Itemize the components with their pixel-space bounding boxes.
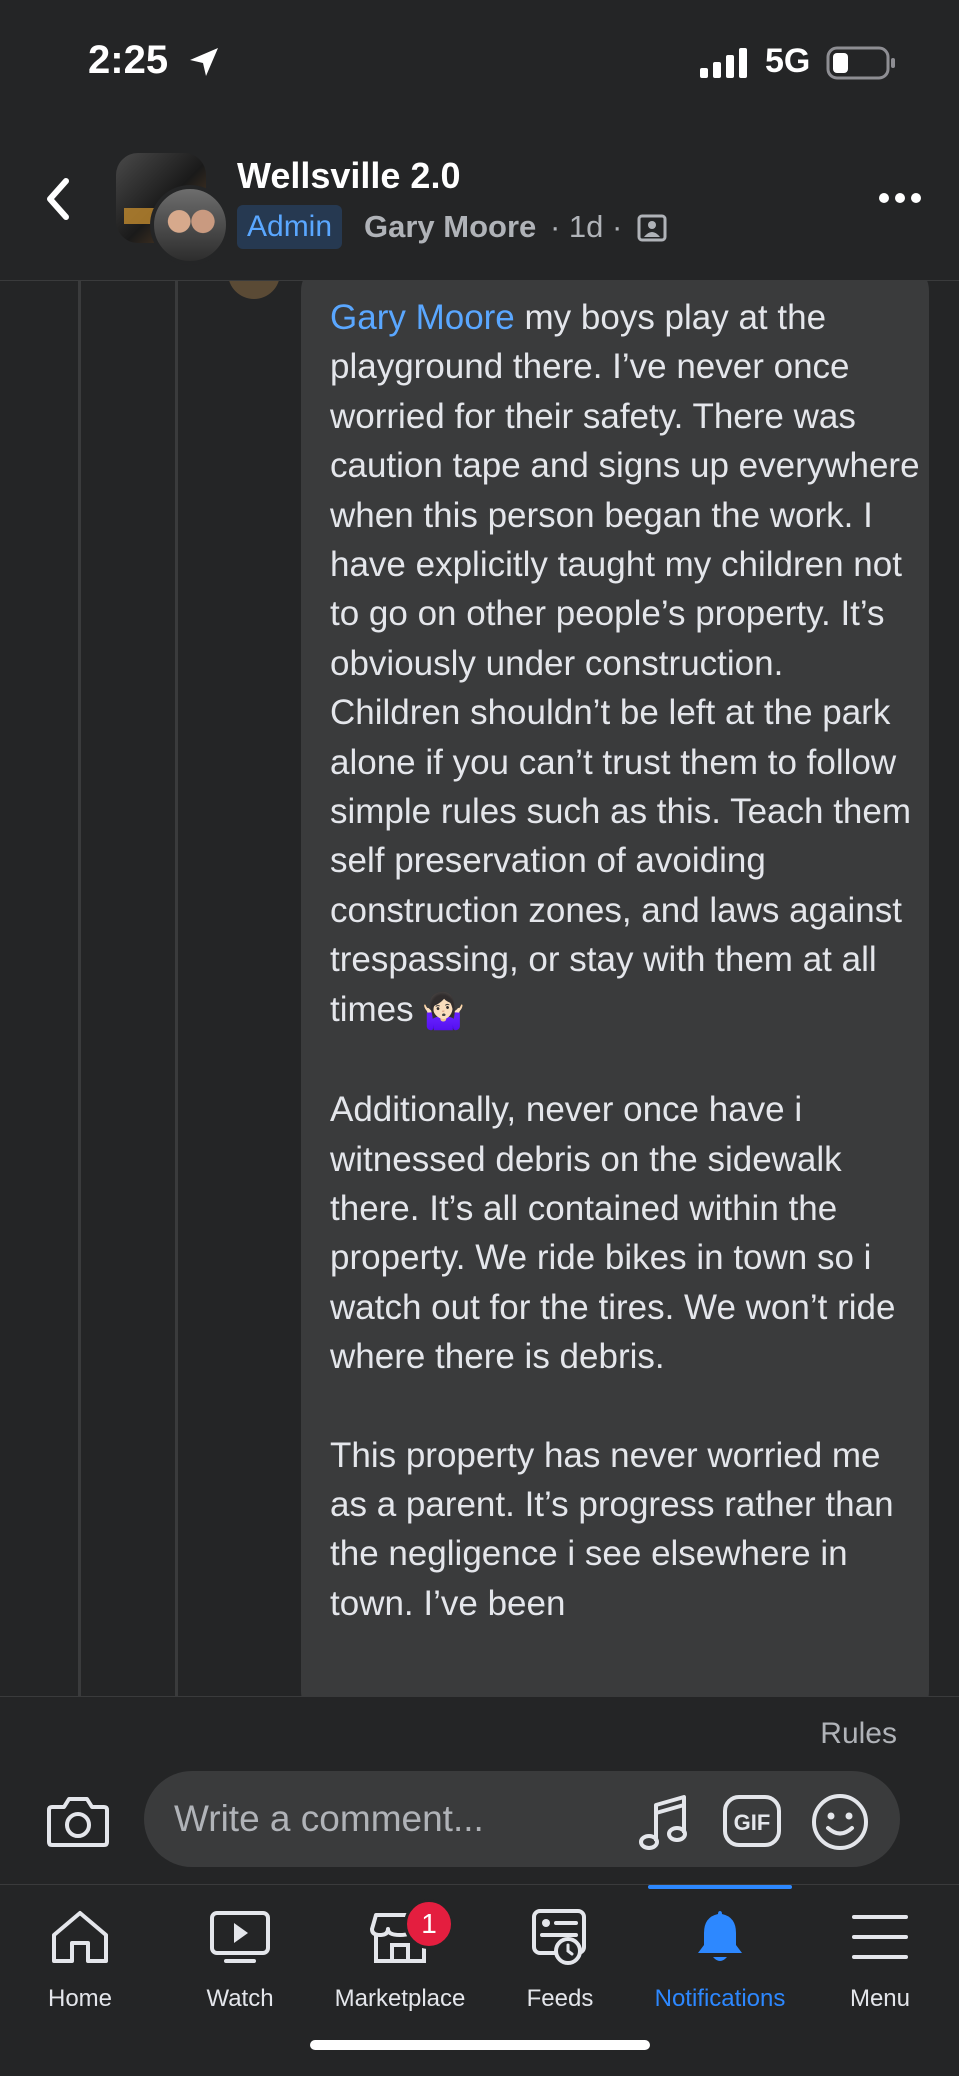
tab-label: Notifications <box>654 1985 786 2012</box>
camera-icon[interactable] <box>46 1793 110 1849</box>
post-meta: · 1d · <box>550 209 623 244</box>
comment-paragraph: Additionally, never once have i witnesse… <box>330 1090 896 1377</box>
more-options-icon[interactable] <box>878 191 922 205</box>
network-type: 5G <box>765 42 811 80</box>
post-header: Wellsville 2.0 Admin Gary Moore · 1d · <box>0 125 959 281</box>
tab-label: Feeds <box>526 1985 594 2012</box>
group-name[interactable]: Wellsville 2.0 <box>237 155 460 197</box>
tab-home[interactable]: Home <box>0 1885 160 2015</box>
location-arrow-icon <box>190 48 218 76</box>
svg-text:GIF: GIF <box>734 1810 771 1835</box>
admin-badge: Admin <box>237 205 343 249</box>
shrug-emoji: 🤷🏻‍♀️ <box>421 991 466 1031</box>
comment-placeholder[interactable]: Write a comment... <box>174 1798 484 1840</box>
bell-icon <box>698 1911 742 1961</box>
author-name[interactable]: Gary Moore <box>364 209 536 245</box>
home-indicator <box>310 2040 650 2050</box>
watch-icon <box>210 1911 270 1963</box>
back-chevron-icon[interactable] <box>38 171 78 227</box>
rules-link[interactable]: Rules <box>820 1717 897 1751</box>
mention-link[interactable]: Gary Moore <box>330 298 515 337</box>
tab-label: Menu <box>849 1985 911 2012</box>
group-avatar[interactable] <box>116 153 230 265</box>
emoji-icon[interactable] <box>811 1793 869 1851</box>
tab-notifications[interactable]: Notifications <box>640 1885 800 2015</box>
thread-line <box>175 281 178 1696</box>
battery-icon <box>826 46 895 80</box>
menu-icon <box>852 1915 908 1959</box>
comment-paragraph-text: my boys play at the playground there. I’… <box>330 298 920 1029</box>
tab-marketplace[interactable]: Marketplace <box>320 1885 480 2015</box>
tab-menu[interactable]: Menu <box>800 1885 959 2015</box>
status-bar: 2:25 5G <box>0 0 959 125</box>
comment-composer: Rules Write a comment... GIF <box>0 1696 959 1885</box>
group-privacy-icon <box>637 214 667 242</box>
comment-paragraph: Gary Moore my boys play at the playgroun… <box>330 293 920 1036</box>
tab-label: Watch <box>206 1985 274 2012</box>
comment-paragraph: This property has never worried me as a … <box>330 1435 894 1623</box>
feeds-icon <box>532 1909 586 1965</box>
thread-line <box>78 281 81 1696</box>
tab-label: Home <box>47 1985 113 2012</box>
comment-thread: Gary Moore my boys play at the playgroun… <box>0 281 959 1696</box>
gif-icon[interactable]: GIF <box>722 1793 782 1849</box>
music-note-icon[interactable] <box>636 1793 692 1853</box>
marketplace-badge: 1 <box>404 1899 454 1949</box>
home-icon <box>52 1911 108 1963</box>
cellular-signal-icon <box>700 48 747 78</box>
tab-label: Marketplace <box>334 1985 466 2012</box>
commenter-avatar[interactable] <box>228 281 280 299</box>
comment-text: Gary Moore my boys play at the playgroun… <box>330 293 920 1628</box>
tab-watch[interactable]: Watch <box>160 1885 320 2015</box>
status-time: 2:25 <box>88 38 169 82</box>
author-avatar <box>150 185 230 265</box>
tab-feeds[interactable]: Feeds <box>480 1885 640 2015</box>
